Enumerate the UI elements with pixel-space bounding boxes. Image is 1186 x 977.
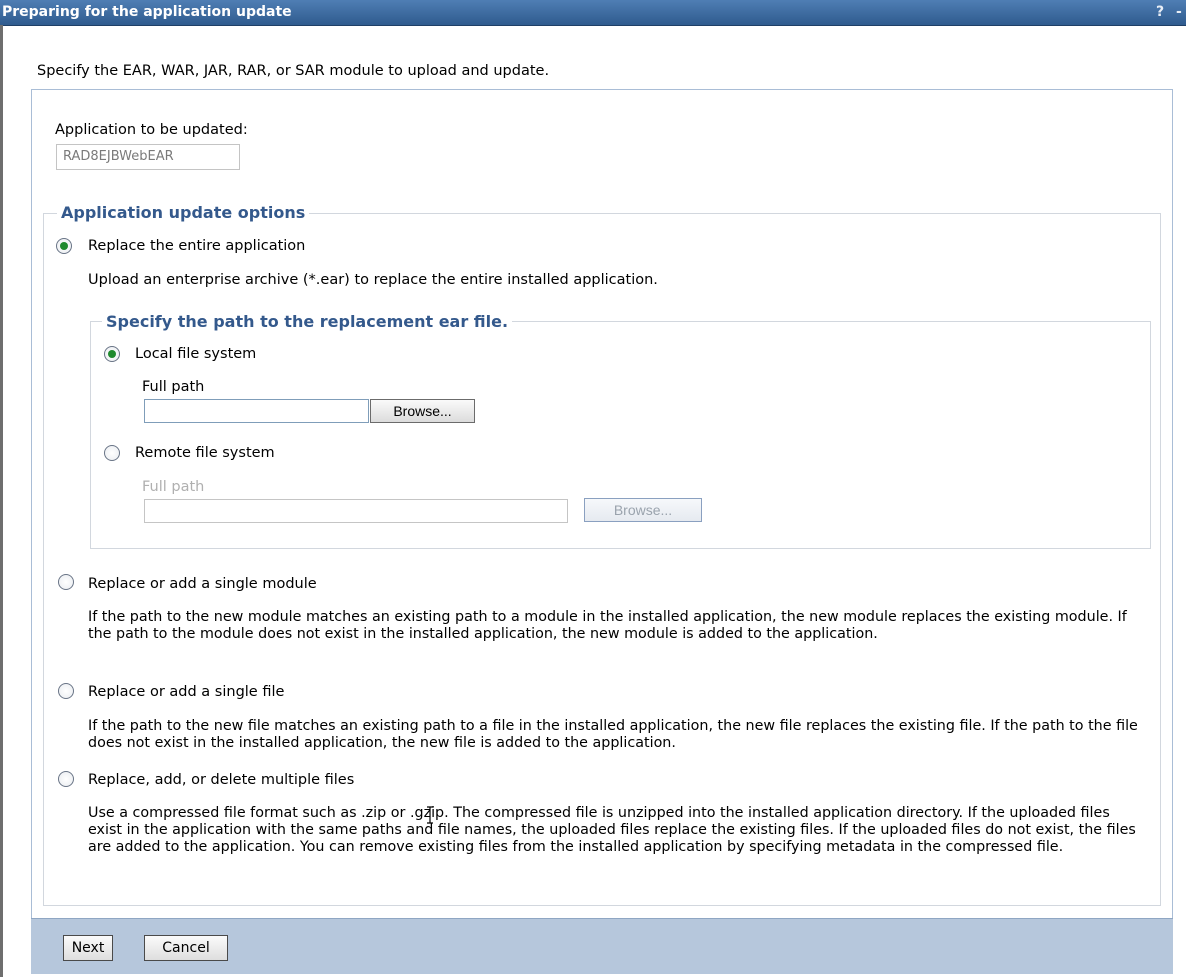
help-icon[interactable]: ? <box>1156 4 1164 20</box>
replace-entire-description: Upload an enterprise archive (*.ear) to … <box>88 272 658 288</box>
radio-single-file[interactable] <box>58 683 74 699</box>
multiple-files-description: Use a compressed file format such as .zi… <box>88 805 1136 855</box>
radio-remote-file-system[interactable] <box>104 445 120 461</box>
remote-full-path-label: Full path <box>142 479 205 495</box>
remote-full-path-input[interactable] <box>144 499 568 523</box>
text-cursor-icon <box>427 806 433 824</box>
radio-multiple-files[interactable] <box>58 771 74 787</box>
single-module-description: If the path to the new module matches an… <box>88 609 1127 642</box>
button-bar: Next Cancel <box>31 918 1173 974</box>
application-name-field: RAD8EJBWebEAR <box>56 144 240 170</box>
replace-entire-label[interactable]: Replace the entire application <box>88 238 305 254</box>
instruction-text: Specify the EAR, WAR, JAR, RAR, or SAR m… <box>37 63 550 79</box>
next-button[interactable]: Next <box>63 935 113 961</box>
local-full-path-input[interactable] <box>144 399 369 423</box>
left-border <box>0 25 3 977</box>
minimize-icon[interactable]: - <box>1176 4 1182 20</box>
application-label: Application to be updated: <box>55 122 248 138</box>
path-legend: Specify the path to the replacement ear … <box>102 312 513 331</box>
window-title: Preparing for the application update <box>2 4 292 20</box>
radio-single-module[interactable] <box>58 574 74 590</box>
local-full-path-label: Full path <box>142 379 205 395</box>
remote-file-system-label[interactable]: Remote file system <box>135 445 275 461</box>
multiple-files-label[interactable]: Replace, add, or delete multiple files <box>88 772 354 788</box>
local-file-system-label[interactable]: Local file system <box>135 346 256 362</box>
single-module-label[interactable]: Replace or add a single module <box>88 576 317 592</box>
single-file-description: If the path to the new file matches an e… <box>88 718 1138 751</box>
local-browse-button[interactable]: Browse... <box>370 399 475 423</box>
title-bar: Preparing for the application update ? - <box>0 0 1186 26</box>
cancel-button[interactable]: Cancel <box>144 935 228 961</box>
radio-replace-entire[interactable] <box>56 238 72 254</box>
single-file-label[interactable]: Replace or add a single file <box>88 684 284 700</box>
update-options-legend: Application update options <box>57 203 310 222</box>
radio-local-file-system[interactable] <box>104 346 120 362</box>
remote-browse-button[interactable]: Browse... <box>584 498 702 522</box>
